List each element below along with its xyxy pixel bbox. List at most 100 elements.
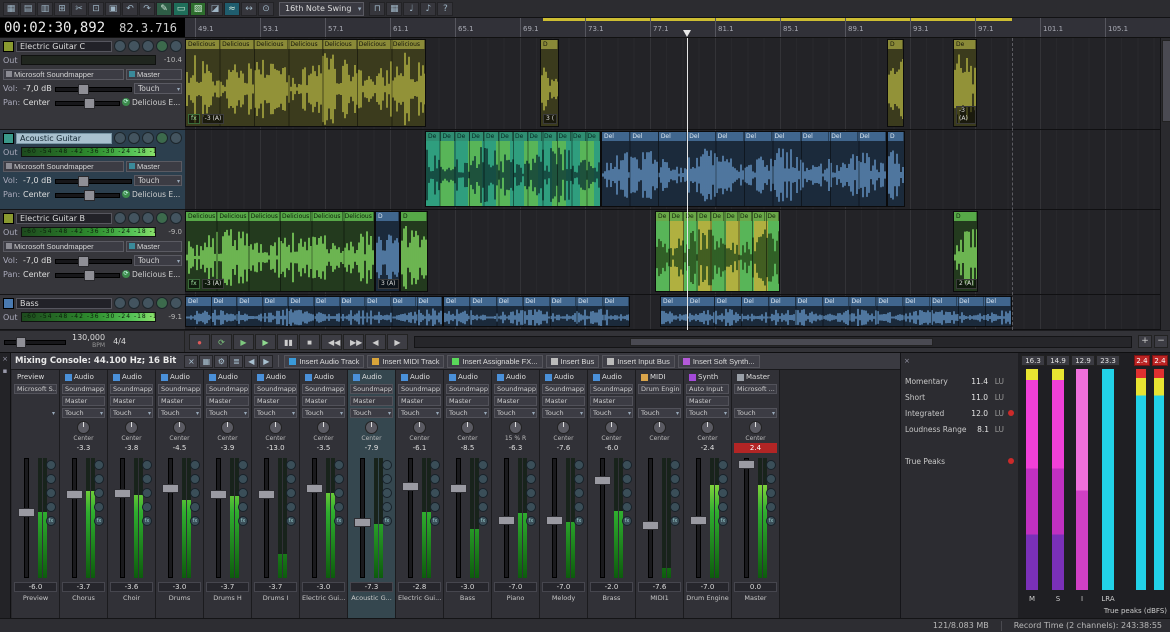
insert-audio-track-button[interactable]: Insert Audio Track — [284, 355, 364, 368]
track-name[interactable]: Acoustic Guitar — [16, 133, 112, 144]
time-selection-tool-icon[interactable]: ↔ — [241, 2, 257, 16]
mixer-settings-gear-icon[interactable]: ⚙ — [214, 355, 228, 368]
vertical-scrollbar-handle[interactable] — [1162, 40, 1170, 122]
mixer-channel-strip[interactable]: PreviewMicrosoft S...fx-6.0Preview — [12, 370, 60, 619]
pan-slider-handle[interactable] — [84, 270, 95, 281]
strip-device-button[interactable]: Auto Input — [686, 384, 729, 394]
preview-volume-slider[interactable] — [4, 336, 66, 347]
phase-button[interactable] — [382, 502, 392, 512]
zoom-in-button[interactable]: + — [1138, 335, 1152, 348]
strip-automation-dropdown[interactable]: Touch — [62, 408, 105, 418]
phase-button[interactable] — [574, 502, 584, 512]
pan-knob[interactable] — [509, 421, 522, 434]
mixer-channel-strip[interactable]: AudioSoundmapperMasterTouchCenter-7.9fx-… — [348, 370, 396, 619]
strip-device-button[interactable]: Soundmapper — [302, 384, 345, 394]
volume-value[interactable]: -7,0 dB — [23, 256, 53, 265]
strip-output-button[interactable]: Master — [686, 396, 729, 406]
track-name[interactable]: Electric Guitar B — [16, 213, 112, 224]
fx-button[interactable]: fx — [334, 516, 344, 526]
strip-device-button[interactable]: Soundmapper — [398, 384, 441, 394]
audio-clip[interactable]: D — [887, 39, 904, 127]
automation-button[interactable] — [170, 297, 182, 309]
mixer-channel-strip[interactable]: AudioSoundmapperMasterTouchCenter-6.1fx-… — [396, 370, 444, 619]
fx-button[interactable]: fx — [718, 516, 728, 526]
erase-tool-icon[interactable]: ◪ — [207, 2, 223, 16]
insert-bus-button[interactable]: Insert Bus — [546, 355, 600, 368]
record-arm-button[interactable] — [430, 460, 440, 470]
mute-button[interactable] — [622, 474, 632, 484]
record-arm-button[interactable] — [526, 460, 536, 470]
stop-button[interactable]: ■ — [299, 334, 320, 350]
mixer-channel-strip[interactable]: AudioSoundmapperMasterTouchCenter-13.0fx… — [252, 370, 300, 619]
strip-name-label[interactable]: Drum Engine — [686, 592, 729, 604]
fader-handle[interactable] — [738, 460, 755, 469]
strip-device-button[interactable]: Soundmapper — [494, 384, 537, 394]
fx-button[interactable] — [156, 212, 168, 224]
fx-button[interactable]: fx — [526, 516, 536, 526]
solo-button[interactable] — [46, 488, 56, 498]
pan-value[interactable]: Center — [23, 190, 53, 199]
record-arm-button[interactable] — [622, 460, 632, 470]
strip-automation-dropdown[interactable]: Touch — [734, 408, 777, 418]
strip-automation-dropdown[interactable]: Touch — [686, 408, 729, 418]
phase-button[interactable] — [94, 502, 104, 512]
fx-button[interactable]: fx — [574, 516, 584, 526]
pan-slider[interactable] — [55, 269, 120, 280]
new-project-icon[interactable]: ▦ — [3, 2, 19, 16]
timeline-vertical-scrollbar[interactable] — [1160, 38, 1170, 330]
automation-button[interactable] — [170, 132, 182, 144]
strip-output-button[interactable]: Master — [158, 396, 201, 406]
mute-button[interactable] — [574, 474, 584, 484]
horizontal-scrollbar-handle[interactable] — [630, 338, 933, 346]
phase-button[interactable] — [190, 502, 200, 512]
help-what-is-this-icon[interactable]: ? — [437, 2, 453, 16]
open-project-icon[interactable]: ▤ — [20, 2, 36, 16]
fx-button[interactable]: fx — [430, 516, 440, 526]
pan-slider-handle[interactable] — [84, 190, 95, 201]
strip-name-label[interactable]: Master — [734, 592, 777, 604]
mute-button[interactable] — [94, 474, 104, 484]
phase-button[interactable] — [526, 502, 536, 512]
strip-output-button[interactable]: Master — [494, 396, 537, 406]
record-arm-button[interactable] — [114, 40, 126, 52]
play-from-start-button[interactable]: ▶ — [233, 334, 254, 350]
strip-output-button[interactable]: Master — [350, 396, 393, 406]
phase-button[interactable] — [142, 502, 152, 512]
fx-button[interactable] — [156, 40, 168, 52]
phase-button[interactable] — [238, 502, 248, 512]
volume-slider-handle[interactable] — [78, 256, 89, 267]
strip-name-label[interactable]: Electric Gui... — [398, 592, 441, 604]
pan-knob[interactable] — [269, 421, 282, 434]
phase-button[interactable] — [46, 502, 56, 512]
track-name[interactable]: Bass — [16, 298, 112, 309]
mute-button[interactable] — [718, 474, 728, 484]
mixer-channel-strip[interactable]: MasterMicrosoft ...TouchCenter2.4fx0.0Ma… — [732, 370, 780, 619]
audio-clip[interactable]: DelDelDelDelDelDelDelDelDelDel — [185, 296, 443, 327]
mixer-scroll-left-icon[interactable]: ◀ — [244, 355, 258, 368]
go-to-end-button[interactable]: ▶▶ — [343, 334, 364, 350]
mute-button[interactable] — [190, 474, 200, 484]
record-arm-button[interactable] — [114, 297, 126, 309]
mixer-channel-strip[interactable]: AudioSoundmapperMasterTouchCenter-6.0fx-… — [588, 370, 636, 619]
mixer-channel-strip[interactable]: AudioSoundmapperMasterTouchCenter-4.5fx-… — [156, 370, 204, 619]
record-arm-button[interactable] — [382, 460, 392, 470]
record-arm-button[interactable] — [478, 460, 488, 470]
true-peaks-clip-led[interactable] — [1008, 458, 1014, 464]
pan-slider-handle[interactable] — [84, 98, 95, 109]
strip-name-label[interactable]: MIDI1 — [638, 592, 681, 604]
strip-device-button[interactable]: Soundmapper — [206, 384, 249, 394]
snap-toggle-icon[interactable]: ⊓ — [369, 2, 385, 16]
fx-button[interactable]: fx — [622, 516, 632, 526]
solo-button[interactable] — [142, 40, 154, 52]
cut-icon[interactable]: ✂ — [71, 2, 87, 16]
fader-handle[interactable] — [498, 516, 515, 525]
mixer-channel-strip[interactable]: AudioSoundmapperMasterTouchCenter-3.5fx-… — [300, 370, 348, 619]
device-button[interactable]: Microsoft Soundmapper — [3, 69, 124, 80]
audio-clip[interactable]: D2 (A) — [953, 211, 978, 292]
redo-icon[interactable]: ↷ — [139, 2, 155, 16]
strip-output-button[interactable]: Master — [398, 396, 441, 406]
draw-tool-icon[interactable]: ✎ — [156, 2, 172, 16]
copy-icon[interactable]: ⊡ — [88, 2, 104, 16]
paste-icon[interactable]: ▣ — [105, 2, 121, 16]
swing-selector[interactable]: 16th Note Swing — [279, 2, 364, 16]
